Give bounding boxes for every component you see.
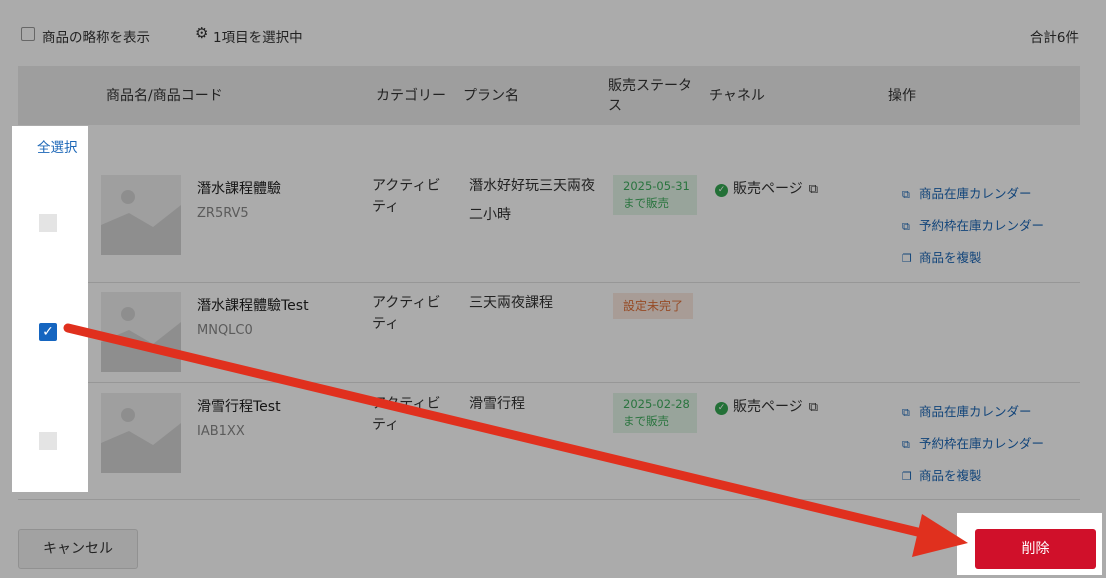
row-checkbox[interactable] bbox=[39, 432, 57, 450]
selection-column-highlight: 全選択 ✓ bbox=[12, 126, 88, 492]
select-all-link[interactable]: 全選択 bbox=[37, 136, 78, 156]
show-abbrev-label: 商品の略称を表示 bbox=[42, 30, 150, 46]
action-stock-calendar[interactable]: ⧉ 商品在庫カレンダー bbox=[902, 183, 1032, 202]
show-abbrev-checkbox[interactable] bbox=[21, 27, 35, 41]
row-divider bbox=[18, 382, 1080, 383]
copy-icon: ❐ bbox=[902, 252, 912, 265]
action-label: 商品在庫カレンダー bbox=[919, 404, 1032, 419]
column-header-status-line2: ス bbox=[608, 98, 622, 114]
column-header-status: 販売ステータ ス bbox=[608, 76, 692, 116]
product-category-line2: ティ bbox=[372, 316, 400, 332]
row-checkbox-checked[interactable]: ✓ bbox=[39, 323, 57, 341]
row-divider bbox=[18, 499, 1080, 500]
external-link-icon[interactable]: ⧉ bbox=[809, 400, 818, 415]
product-plan-line1: 三天兩夜課程 bbox=[469, 295, 553, 311]
product-category: アクティビ ティ bbox=[372, 394, 444, 436]
image-placeholder-icon bbox=[101, 292, 181, 372]
status-badge-text: まで販売 bbox=[623, 414, 669, 428]
action-slot-calendar[interactable]: ⧉ 予約枠在庫カレンダー bbox=[902, 433, 1044, 452]
image-placeholder-icon bbox=[101, 393, 181, 473]
product-code: MNQLC0 bbox=[197, 323, 253, 338]
product-category-line1: アクティビ bbox=[372, 396, 441, 412]
list-toolbar: 商品の略称を表示 ⚙ 1項目を選択中 合計6件 bbox=[0, 0, 1106, 66]
action-label: 商品在庫カレンダー bbox=[919, 186, 1032, 201]
total-count-label: 合計6件 bbox=[1029, 30, 1079, 46]
column-header-channel: チャネル bbox=[709, 88, 765, 104]
copy-icon: ❐ bbox=[902, 470, 912, 483]
check-circle-icon: ✓ bbox=[715, 184, 728, 197]
product-plan: 滑雪行程 bbox=[469, 390, 599, 419]
action-stock-calendar[interactable]: ⧉ 商品在庫カレンダー bbox=[902, 401, 1032, 420]
product-name[interactable]: 滑雪行程Test bbox=[197, 396, 281, 416]
status-badge: 設定未完了 bbox=[613, 293, 693, 319]
status-badge-date: 2025-05-31 bbox=[623, 179, 690, 193]
channel-label: 販売ページ bbox=[733, 181, 803, 197]
product-plan-line2: 二小時 bbox=[469, 207, 511, 223]
delete-button-highlight: 削除 bbox=[957, 513, 1102, 575]
column-header-status-line1: 販売ステータ bbox=[608, 78, 692, 94]
external-link-icon[interactable]: ⧉ bbox=[809, 182, 818, 197]
channel-link[interactable]: ✓ 販売ページ ⧉ bbox=[715, 178, 818, 198]
status-badge-date: 2025-02-28 bbox=[623, 397, 690, 411]
channel-link[interactable]: ✓ 販売ページ ⧉ bbox=[715, 396, 818, 416]
product-category-line1: アクティビ bbox=[372, 178, 441, 194]
delete-button[interactable]: 削除 bbox=[975, 529, 1096, 569]
table-header: 商品名/商品コード カテゴリー プラン名 販売ステータ ス チャネル 操作 bbox=[18, 66, 1080, 125]
product-category: アクティビ ティ bbox=[372, 176, 444, 218]
column-header-category: カテゴリー bbox=[376, 88, 446, 104]
status-badge: 2025-02-28 まで販売 bbox=[613, 393, 697, 433]
action-label: 予約枠在庫カレンダー bbox=[919, 218, 1045, 233]
product-category-line2: ティ bbox=[372, 199, 400, 215]
external-link-icon: ⧉ bbox=[902, 220, 910, 233]
action-slot-calendar[interactable]: ⧉ 予約枠在庫カレンダー bbox=[902, 215, 1044, 234]
product-code: ZR5RV5 bbox=[197, 206, 249, 221]
status-badge: 2025-05-31 まで販売 bbox=[613, 175, 697, 215]
product-plan: 三天兩夜課程 bbox=[469, 289, 599, 318]
product-plan-line1: 滑雪行程 bbox=[469, 396, 525, 412]
action-label: 商品を複製 bbox=[919, 468, 982, 483]
external-link-icon: ⧉ bbox=[902, 406, 910, 419]
image-placeholder-icon bbox=[101, 175, 181, 255]
bottom-action-bar: キャンセル bbox=[0, 513, 1106, 578]
product-category-line2: ティ bbox=[372, 417, 400, 433]
product-plan: 潛水好好玩三天兩夜 二小時 bbox=[469, 172, 599, 230]
action-duplicate[interactable]: ❐ 商品を複製 bbox=[902, 465, 982, 484]
row-divider bbox=[18, 282, 1080, 283]
check-circle-icon: ✓ bbox=[715, 402, 728, 415]
product-category-line1: アクティビ bbox=[372, 295, 441, 311]
selected-count-label[interactable]: 1項目を選択中 bbox=[213, 26, 303, 46]
cancel-button[interactable]: キャンセル bbox=[18, 529, 138, 569]
action-duplicate[interactable]: ❐ 商品を複製 bbox=[902, 247, 982, 266]
product-plan-line1: 潛水好好玩三天兩夜 bbox=[469, 178, 595, 194]
column-header-plan: プラン名 bbox=[463, 88, 519, 104]
action-label: 商品を複製 bbox=[919, 250, 982, 265]
product-name[interactable]: 潛水課程體驗Test bbox=[197, 295, 309, 315]
external-link-icon: ⧉ bbox=[902, 188, 910, 201]
external-link-icon: ⧉ bbox=[902, 438, 910, 451]
row-checkbox[interactable] bbox=[39, 214, 57, 232]
product-name[interactable]: 潛水課程體驗 bbox=[197, 178, 281, 198]
gear-icon[interactable]: ⚙ bbox=[195, 24, 208, 42]
action-label: 予約枠在庫カレンダー bbox=[919, 436, 1045, 451]
product-category: アクティビ ティ bbox=[372, 293, 444, 335]
status-badge-text: まで販売 bbox=[623, 196, 669, 210]
column-header-actions: 操作 bbox=[888, 88, 916, 104]
column-header-name: 商品名/商品コード bbox=[106, 88, 223, 104]
product-code: IAB1XX bbox=[197, 424, 245, 439]
channel-label: 販売ページ bbox=[733, 399, 803, 415]
